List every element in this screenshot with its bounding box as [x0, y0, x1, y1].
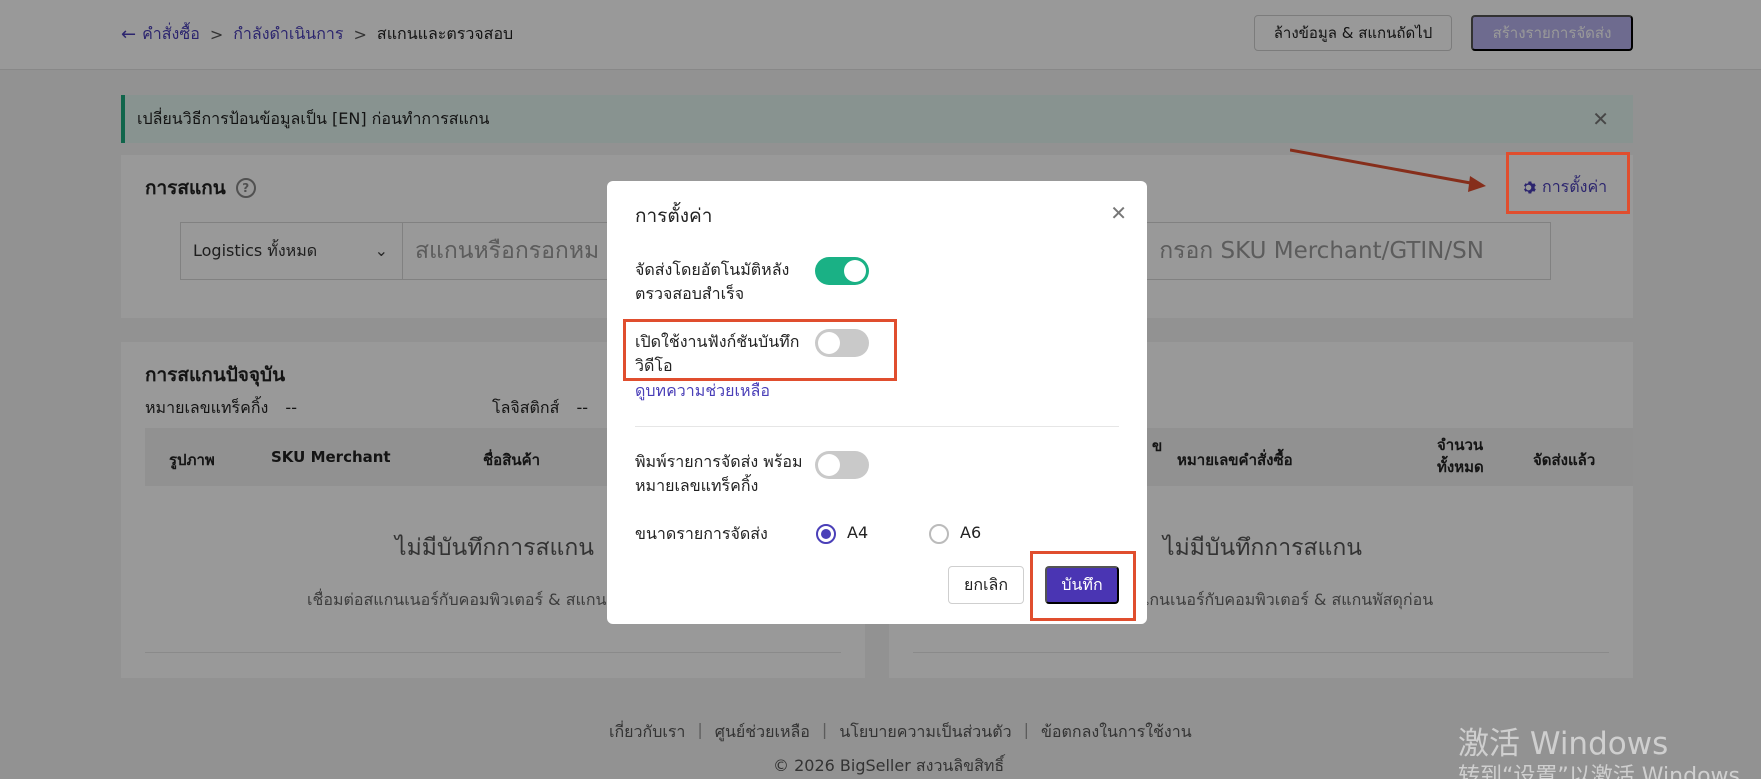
annotation-box-settings — [1506, 152, 1630, 214]
annotation-box-save — [1030, 551, 1136, 621]
print-with-tracking-toggle[interactable] — [815, 451, 869, 479]
auto-ship-label: จัดส่งโดยอัตโนมัติหลัง ตรวจสอบสำเร็จ — [635, 260, 790, 303]
toggle-knob — [818, 454, 840, 476]
print-with-tracking-label: พิมพ์รายการจัดส่ง พร้อมหมายเลขแทร็คกิ้ง — [635, 452, 803, 495]
activation-watermark: 激活 Windows — [1458, 726, 1669, 762]
size-a4-label: A4 — [847, 523, 869, 542]
help-article-link[interactable]: ดูบทความช่วยเหลือ — [635, 379, 770, 404]
auto-ship-toggle[interactable] — [815, 257, 869, 285]
activation-watermark-sub: 转到“设置”以激活 Windows — [1458, 764, 1740, 779]
cancel-button[interactable]: ยกเลิก — [948, 566, 1024, 604]
modal-divider — [635, 426, 1119, 427]
annotation-box-video-toggle — [623, 319, 897, 381]
size-a4-radio[interactable] — [816, 524, 836, 544]
size-a6-label: A6 — [960, 523, 982, 542]
toggle-knob — [844, 260, 866, 282]
modal-title: การตั้งค่า — [635, 205, 713, 227]
size-a6-radio[interactable] — [929, 524, 949, 544]
close-icon[interactable]: ✕ — [1110, 201, 1127, 225]
shipment-size-label: ขนาดรายการจัดส่ง — [635, 524, 768, 543]
